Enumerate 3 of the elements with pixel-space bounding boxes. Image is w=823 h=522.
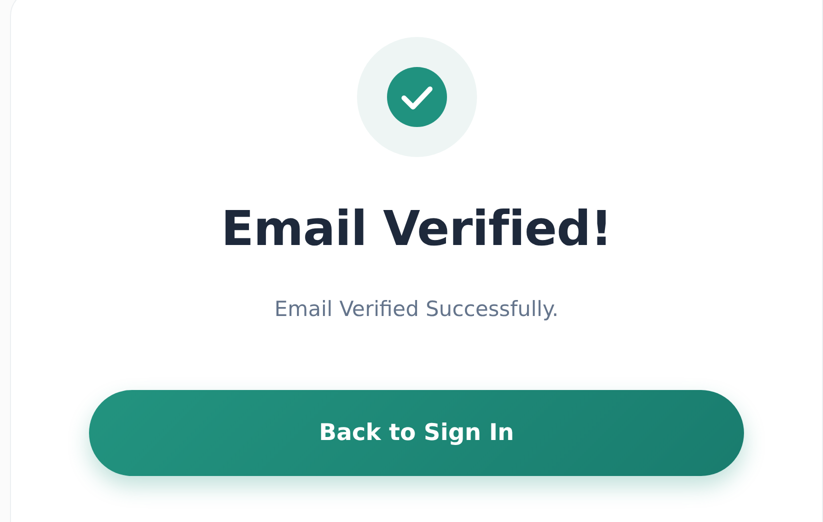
status-message: Email Verified Successfully. [274,296,559,323]
back-to-sign-in-button[interactable]: Back to Sign In [89,390,744,476]
page-title: Email Verified! [221,200,612,259]
